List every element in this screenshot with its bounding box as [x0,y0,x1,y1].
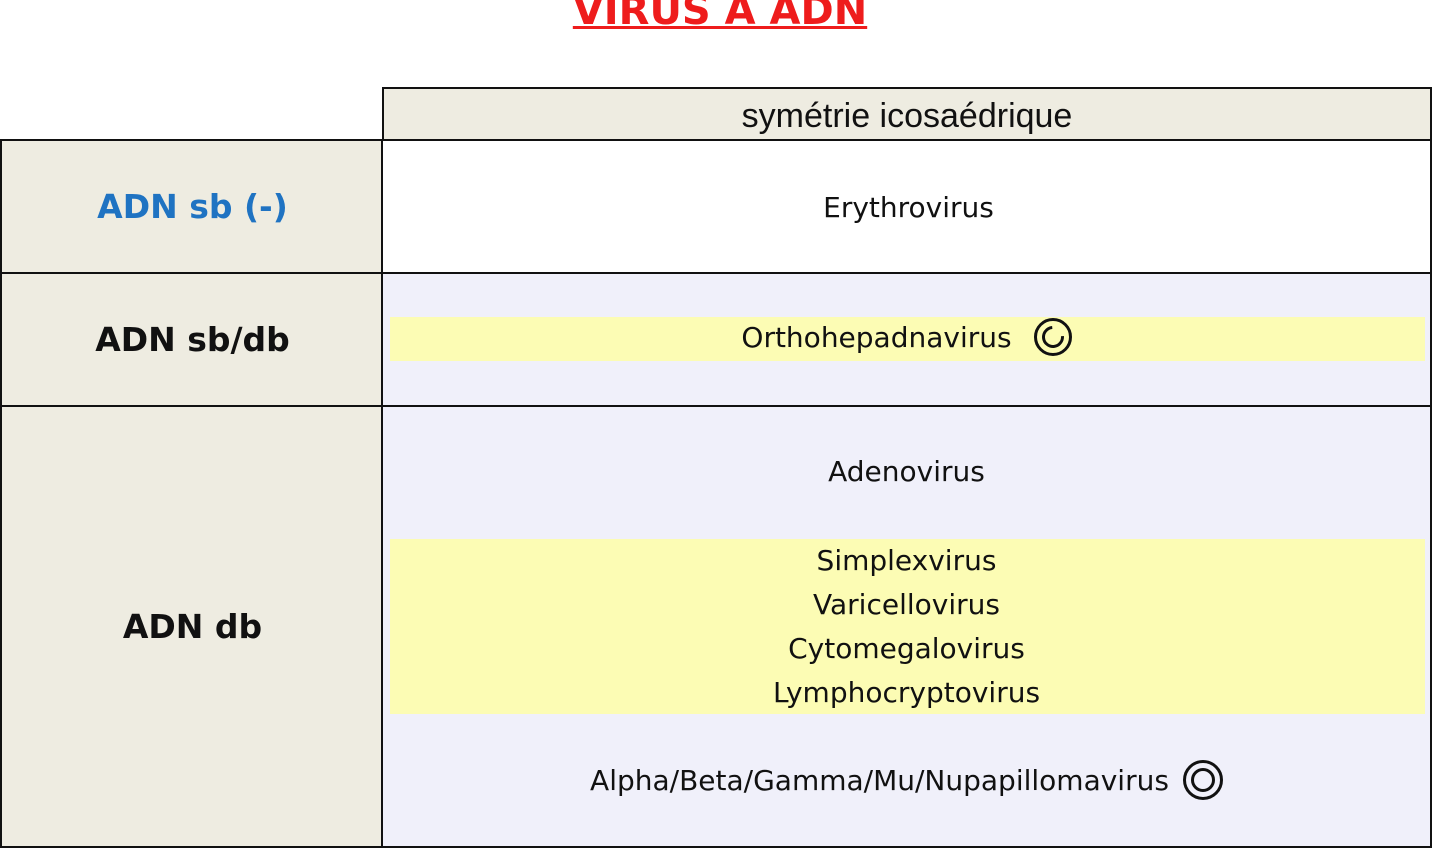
double-circle-icon [1182,760,1223,800]
column-header-symmetry: symétrie icosaédrique [382,87,1432,140]
virus-lymphocryptovirus: Lymphocryptovirus [772,676,1041,709]
virus-entry-orthohepadnavirus: Orthohepadnavirus [381,318,1432,358]
virus-adenovirus: Adenovirus [828,455,985,488]
virus-cytomegalovirus: Cytomegalovirus [788,632,1025,665]
row-label-adn-db: ADN db [0,405,383,848]
page-title: VIRUS A ADN [572,0,868,34]
row-label-adn-sb-db: ADN sb/db [0,272,383,407]
virus-simplexvirus: Simplexvirus [816,544,997,577]
virus-papillomavirus: Alpha/Beta/Gamma/Mu/Nupapillomavirus [590,764,1169,797]
open-circle-icon [1033,318,1072,356]
row-content-adn-sb-negative: Erythrovirus [381,139,1432,274]
virus-entry-papillomavirus: Alpha/Beta/Gamma/Mu/Nupapillomavirus [381,760,1432,802]
row-label-adn-sb-negative: ADN sb (-) [0,139,383,274]
virus-varicellovirus: Varicellovirus [813,588,1000,621]
virus-erythrovirus: Erythrovirus [823,191,994,224]
virus-orthohepadnavirus: Orthohepadnavirus [741,321,1012,354]
